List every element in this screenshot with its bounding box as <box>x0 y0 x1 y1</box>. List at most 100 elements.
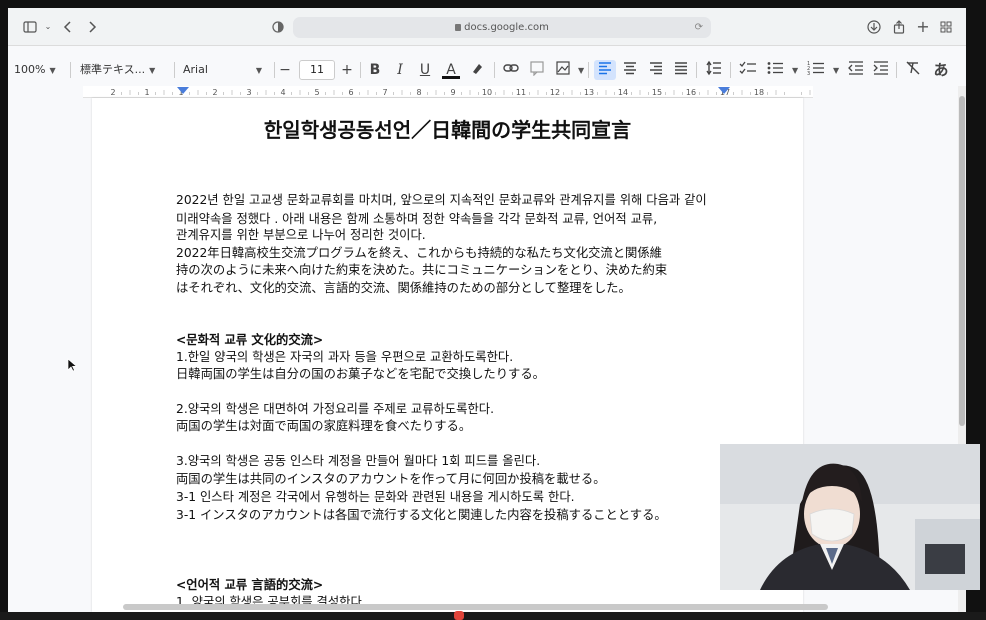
font-size-input[interactable]: 11 <box>299 60 335 80</box>
ruler-label: 18 <box>754 88 764 97</box>
divider <box>696 62 697 78</box>
decrease-font-size-button[interactable]: − <box>276 60 294 80</box>
divider <box>70 62 71 78</box>
document-page[interactable]: 한일학생공동선언／日韓間の学生共同宣言 2022년 한일 고교생 문화교류회를 … <box>92 98 803 612</box>
mouse-cursor-icon <box>67 358 77 372</box>
body-line: 両国の学生は共同のインスタのアカウントを作って月に何回か投稿を載せる。 <box>176 472 606 486</box>
numbered-list-icon[interactable]: 123 <box>807 60 825 80</box>
ruler-scale: 21123456789101112131415161718 <box>110 87 811 97</box>
body-line: 2022年日韓高校生交流プログラムを終え、これからも持続的な私たち文化交流と関係… <box>176 246 662 260</box>
svg-text:3: 3 <box>807 71 810 76</box>
input-tools-button[interactable]: あ <box>932 60 950 80</box>
notification-badge <box>454 611 464 620</box>
download-icon[interactable] <box>866 19 882 35</box>
align-left-icon[interactable] <box>594 60 616 80</box>
webcam-video <box>720 444 980 590</box>
body-line: 両国の学生は対面で両国の家庭料理を食べたりする。 <box>176 419 472 433</box>
section-heading: <문화적 교류 文化的交流> <box>176 333 324 347</box>
align-justify-icon[interactable] <box>672 60 690 80</box>
ruler-label: 1 <box>144 88 149 97</box>
add-comment-icon[interactable] <box>528 60 546 80</box>
caret-down-icon[interactable]: ▼ <box>833 66 839 75</box>
lock-icon <box>455 24 462 31</box>
ruler-label: 2 <box>212 88 217 97</box>
caret-down-icon[interactable]: ▼ <box>578 66 584 75</box>
ruler-label: 14 <box>618 88 628 97</box>
caret-down-icon: ▼ <box>149 66 156 75</box>
ruler-label: 5 <box>314 88 319 97</box>
italic-button[interactable]: I <box>391 60 409 80</box>
new-tab-icon[interactable]: + <box>915 19 931 35</box>
line-spacing-icon[interactable] <box>705 60 723 80</box>
font-select[interactable]: Arial ▼ <box>183 60 263 80</box>
chevron-down-icon[interactable]: ⌄ <box>40 19 56 35</box>
divider <box>494 62 495 78</box>
style-value: 標準テキス... <box>80 63 146 76</box>
clear-formatting-icon[interactable] <box>904 60 922 80</box>
divider <box>360 62 361 78</box>
text-color-button[interactable]: A <box>442 60 460 79</box>
font-value: Arial <box>183 63 208 76</box>
decrease-indent-icon[interactable] <box>847 60 865 80</box>
address-bar[interactable]: docs.google.com ⟳ <box>293 17 711 38</box>
caret-down-icon: ▼ <box>49 66 56 75</box>
ruler-label: 2 <box>110 88 115 97</box>
caret-down-icon[interactable]: ▼ <box>792 66 798 75</box>
increase-indent-icon[interactable] <box>872 60 890 80</box>
body-line: 관계유지를 위한 부분으로 나누어 정리한 것이다. <box>176 228 426 242</box>
divider <box>274 62 275 78</box>
section-heading: <언어적 교류 言語的交流> <box>176 578 324 592</box>
ruler-label: 3 <box>246 88 251 97</box>
ruler-label: 7 <box>382 88 387 97</box>
horizontal-scrollbar[interactable] <box>123 604 828 610</box>
checklist-icon[interactable] <box>739 60 757 80</box>
body-line: 2022년 한일 고교생 문화교류회를 마치며, 앞으로의 지속적인 문화교류와… <box>176 193 707 207</box>
url-text: docs.google.com <box>464 22 549 33</box>
document-title: 한일학생공동선언／日韓間の学生共同宣言 <box>263 118 632 142</box>
ruler[interactable]: 21123456789101112131415161718 <box>83 86 813 98</box>
zoom-value: 100% <box>14 63 46 76</box>
insert-image-icon[interactable] <box>554 60 572 80</box>
link-icon[interactable] <box>502 60 520 80</box>
ruler-label: 13 <box>584 88 594 97</box>
divider <box>588 62 589 78</box>
webcam-person-image <box>720 444 980 590</box>
browser-toolbar: ⌄ docs.google.com ⟳ + <box>8 8 966 46</box>
body-line: 持の次のように未来へ向けた約束を決めた。共にコミュニケーションをとり、決めた約束 <box>176 263 668 277</box>
divider <box>730 62 731 78</box>
highlight-pen-icon[interactable] <box>468 60 486 80</box>
align-right-icon[interactable] <box>647 60 665 80</box>
ruler-label: 9 <box>450 88 455 97</box>
ruler-label: 12 <box>550 88 560 97</box>
sidebar-toggle-icon[interactable] <box>22 19 38 35</box>
forward-arrow-icon[interactable] <box>84 19 100 35</box>
ruler-label: 10 <box>482 88 492 97</box>
share-icon[interactable] <box>891 19 907 35</box>
ruler-label: 11 <box>516 88 526 97</box>
privacy-shield-icon[interactable] <box>270 19 286 35</box>
divider <box>896 62 897 78</box>
bulleted-list-icon[interactable] <box>766 60 784 80</box>
increase-font-size-button[interactable]: + <box>338 60 356 80</box>
body-line: 2.양국의 학생은 대면하여 가정요리를 주제로 교류하도록한다. <box>176 402 495 416</box>
back-arrow-icon[interactable] <box>60 19 76 35</box>
ruler-label: 4 <box>280 88 285 97</box>
bold-button[interactable]: B <box>366 60 384 80</box>
ruler-label: 6 <box>348 88 353 97</box>
underline-button[interactable]: U <box>416 60 434 80</box>
reload-icon[interactable]: ⟳ <box>695 17 703 38</box>
body-line: 日韓両国の学生は自分の国のお菓子などを宅配で交換したりする。 <box>176 367 545 381</box>
body-line: 3-1 인스타 계정은 각국에서 유행하는 문화와 관련된 내용을 게시하도록 … <box>176 490 575 504</box>
ruler-label: 15 <box>652 88 662 97</box>
body-line: はそれぞれ、文化的交流、言語的交流、関係維持のための部分として整理をした。 <box>176 281 631 295</box>
align-center-icon[interactable] <box>621 60 639 80</box>
caret-down-icon: ▼ <box>255 66 263 75</box>
scrollbar-thumb[interactable] <box>959 96 965 426</box>
zoom-select[interactable]: 100% ▼ <box>14 60 56 80</box>
ruler-label: 8 <box>416 88 421 97</box>
docs-toolbar: 100% ▼ 標準テキス... ▼ Arial ▼ − 11 + B I U A ▼ <box>8 52 966 86</box>
taskbar-strip <box>0 612 986 620</box>
style-select[interactable]: 標準テキス... ▼ <box>80 60 155 80</box>
body-line: 3-1 インスタのアカウントは各国で流行する文化と関連した内容を投稿することとす… <box>176 508 667 522</box>
tab-overview-icon[interactable] <box>938 19 954 35</box>
